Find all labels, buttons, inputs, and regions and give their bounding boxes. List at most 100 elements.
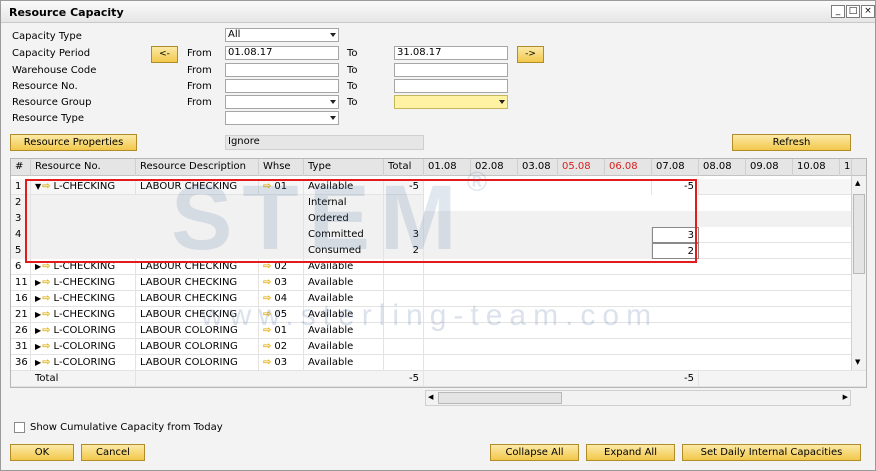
header-date-0808[interactable]: 08.08 <box>699 159 746 176</box>
scroll-left-icon[interactable]: ◀ <box>428 393 433 401</box>
title-bar: Resource Capacity _ □ × <box>1 1 875 23</box>
from-label: From <box>187 48 212 59</box>
row-number: 26 <box>11 323 31 339</box>
type-cell: Available <box>304 339 384 355</box>
refresh-button[interactable]: Refresh <box>732 134 851 151</box>
from-date-input[interactable]: 01.08.17 <box>225 46 339 60</box>
whse-cell: ⇨ 01 <box>259 323 304 339</box>
link-arrow-icon[interactable]: ⇨ <box>42 307 50 322</box>
expand-triangle-icon[interactable]: ▶ <box>35 291 41 306</box>
resource-no-cell[interactable]: ▶⇨ L-COLORING <box>31 339 136 355</box>
header-date-0108[interactable]: 01.08 <box>424 159 471 176</box>
link-arrow-icon[interactable]: ⇨ <box>263 323 271 338</box>
expand-triangle-icon[interactable]: ▶ <box>35 275 41 290</box>
total-cell <box>384 307 424 323</box>
header-whse[interactable]: Whse <box>259 159 304 176</box>
expand-all-button[interactable]: Expand All <box>586 444 675 461</box>
expand-triangle-icon[interactable]: ▶ <box>35 355 41 370</box>
header-date-0608[interactable]: 06.08 <box>605 159 652 176</box>
warehouse-from-label: From <box>187 65 212 76</box>
header-date-0308[interactable]: 03.08 <box>518 159 558 176</box>
resource-no-to-input[interactable] <box>394 79 508 93</box>
row-number: 31 <box>11 339 31 355</box>
header-date-more[interactable]: 1. <box>840 159 852 176</box>
resource-no-cell[interactable]: ▶⇨ L-CHECKING <box>31 291 136 307</box>
resource-properties-button[interactable]: Resource Properties <box>10 134 137 151</box>
next-period-button[interactable]: -> <box>517 46 544 63</box>
table-row[interactable]: 11 ▶⇨ L-CHECKING LABOUR CHECKING ⇨ 03 Avai… <box>11 275 866 291</box>
resource-group-from-label: From <box>187 97 212 108</box>
horizontal-scrollbar[interactable]: ◀ ▶ <box>425 390 851 406</box>
header-date-0908[interactable]: 09.08 <box>746 159 793 176</box>
link-arrow-icon[interactable]: ⇨ <box>42 275 50 290</box>
resource-description-cell: LABOUR CHECKING <box>136 291 259 307</box>
vertical-scrollbar[interactable]: ▲ ▼ <box>851 176 866 370</box>
capacity-type-select[interactable]: All <box>225 28 339 42</box>
resource-type-select[interactable] <box>225 111 339 125</box>
close-button[interactable]: × <box>861 5 875 18</box>
resource-no-to-label: To <box>347 81 358 92</box>
header-resource-description[interactable]: Resource Description <box>136 159 259 176</box>
window-title: Resource Capacity <box>9 6 124 19</box>
resource-no-from-input[interactable] <box>225 79 339 93</box>
table-row[interactable]: 36 ▶⇨ L-COLORING LABOUR COLORING ⇨ 03 Avai… <box>11 355 866 371</box>
expand-triangle-icon[interactable]: ▶ <box>35 339 41 354</box>
total-cell <box>384 275 424 291</box>
link-arrow-icon[interactable]: ⇨ <box>42 323 50 338</box>
link-arrow-icon[interactable]: ⇨ <box>263 291 271 306</box>
warehouse-to-input[interactable] <box>394 63 508 77</box>
resource-group-from-select[interactable] <box>225 95 339 109</box>
header-date-1008[interactable]: 10.08 <box>793 159 840 176</box>
table-row[interactable]: 16 ▶⇨ L-CHECKING LABOUR CHECKING ⇨ 04 Avai… <box>11 291 866 307</box>
to-label: To <box>347 48 358 59</box>
table-row[interactable]: 21 ▶⇨ L-CHECKING LABOUR CHECKING ⇨ 05 Avai… <box>11 307 866 323</box>
scroll-down-icon[interactable]: ▼ <box>855 358 860 366</box>
resource-no-cell[interactable]: ▶⇨ L-COLORING <box>31 355 136 371</box>
resource-group-to-select[interactable] <box>394 95 508 109</box>
resource-no-value: L-CHECKING <box>53 277 116 288</box>
table-row[interactable]: 26 ▶⇨ L-COLORING LABOUR COLORING ⇨ 01 Avai… <box>11 323 866 339</box>
header-date-0708[interactable]: 07.08 <box>652 159 699 176</box>
resource-no-cell[interactable]: ▶⇨ L-CHECKING <box>31 275 136 291</box>
resource-no-label: Resource No. <box>12 81 78 92</box>
previous-period-button[interactable]: <- <box>151 46 178 63</box>
header-date-0208[interactable]: 02.08 <box>471 159 518 176</box>
resource-no-cell[interactable]: ▶⇨ L-COLORING <box>31 323 136 339</box>
header-date-0508[interactable]: 05.08 <box>558 159 605 176</box>
link-arrow-icon[interactable]: ⇨ <box>263 339 271 354</box>
link-arrow-icon[interactable]: ⇨ <box>42 355 50 370</box>
header-type[interactable]: Type <box>304 159 384 176</box>
ok-button[interactable]: OK <box>10 444 74 461</box>
ignore-field: Ignore <box>225 135 424 150</box>
header-resource-no[interactable]: Resource No. <box>31 159 136 176</box>
expand-triangle-icon[interactable]: ▶ <box>35 323 41 338</box>
maximize-button[interactable]: □ <box>846 5 860 18</box>
resource-no-value: L-COLORING <box>53 341 116 352</box>
warehouse-from-input[interactable] <box>225 63 339 77</box>
header-total[interactable]: Total <box>384 159 424 176</box>
grid-header: # Resource No. Resource Description Whse… <box>11 159 866 176</box>
scroll-up-icon[interactable]: ▲ <box>855 179 860 187</box>
link-arrow-icon[interactable]: ⇨ <box>263 355 271 370</box>
type-cell: Available <box>304 323 384 339</box>
to-date-input[interactable]: 31.08.17 <box>394 46 508 60</box>
resource-description-cell: LABOUR CHECKING <box>136 275 259 291</box>
minimize-button[interactable]: _ <box>831 5 845 18</box>
collapse-all-button[interactable]: Collapse All <box>490 444 579 461</box>
vertical-scroll-thumb[interactable] <box>853 194 865 274</box>
resource-description-cell: LABOUR CHECKING <box>136 307 259 323</box>
link-arrow-icon[interactable]: ⇨ <box>263 307 271 322</box>
whse-cell: ⇨ 04 <box>259 291 304 307</box>
expand-triangle-icon[interactable]: ▶ <box>35 307 41 322</box>
cancel-button[interactable]: Cancel <box>81 444 145 461</box>
horizontal-scroll-thumb[interactable] <box>438 392 562 404</box>
set-daily-internal-capacities-button[interactable]: Set Daily Internal Capacities <box>682 444 861 461</box>
scroll-right-icon[interactable]: ▶ <box>843 393 848 401</box>
resource-no-cell[interactable]: ▶⇨ L-CHECKING <box>31 307 136 323</box>
cumulative-checkbox[interactable] <box>14 422 25 433</box>
link-arrow-icon[interactable]: ⇨ <box>42 339 50 354</box>
table-row[interactable]: 31 ▶⇨ L-COLORING LABOUR COLORING ⇨ 02 Avai… <box>11 339 866 355</box>
whse-value: 03 <box>274 357 288 368</box>
link-arrow-icon[interactable]: ⇨ <box>263 275 271 290</box>
link-arrow-icon[interactable]: ⇨ <box>42 291 50 306</box>
